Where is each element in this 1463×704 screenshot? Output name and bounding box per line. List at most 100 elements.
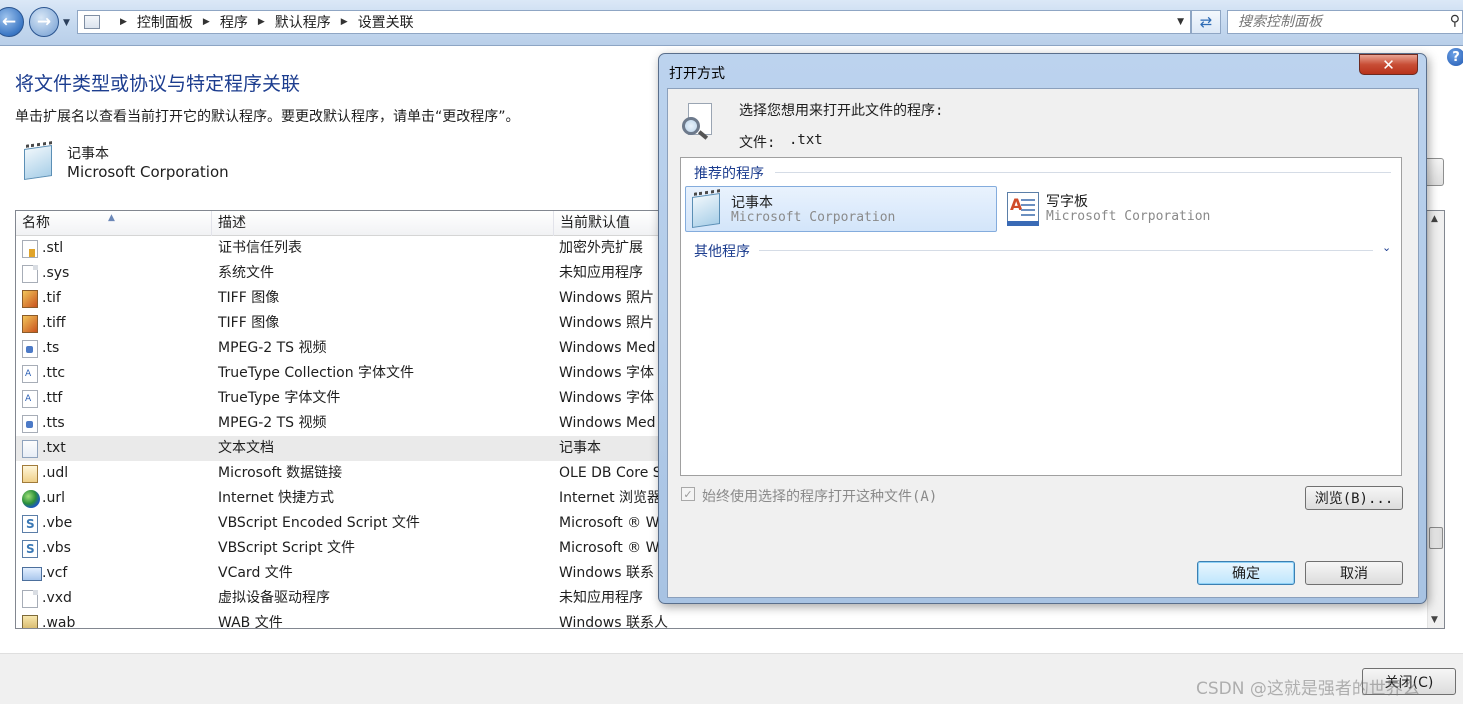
row-current-default: Windows 字体: [559, 365, 654, 381]
recommended-programs-label: 推荐的程序: [694, 166, 764, 182]
refresh-icon: ⇄: [1199, 13, 1213, 31]
row-description: TrueType 字体文件: [218, 390, 341, 406]
row-description: TIFF 图像: [218, 315, 280, 331]
chevron-down-icon[interactable]: ⌄: [1382, 241, 1391, 254]
chevron-right-icon: ▶: [257, 17, 265, 27]
image-file-icon: [22, 315, 38, 333]
program-tile-notepad[interactable]: 记事本 Microsoft Corporation: [685, 186, 997, 232]
address-bar[interactable]: ▶ 控制面板 ▶ 程序 ▶ 默认程序 ▶ 设置关联 ▼: [77, 10, 1191, 34]
chevron-right-icon: ▶: [340, 17, 348, 27]
wordpad-icon: A: [1005, 190, 1041, 227]
dialog-file-label: 文件:: [739, 135, 776, 151]
image-file-icon: [22, 290, 38, 308]
dialog-prompt: 选择您想用来打开此文件的程序:: [739, 103, 944, 119]
always-use-label: 始终使用选择的程序打开这种文件(A): [702, 489, 938, 505]
row-current-default: Windows 字体: [559, 390, 654, 406]
row-extension: .stl: [42, 240, 64, 256]
row-current-default: Windows 照片: [559, 315, 654, 331]
program-list[interactable]: 推荐的程序 记事本 Microsoft Corporation A 写字板 Mi…: [680, 157, 1402, 476]
row-current-default: Windows Med: [559, 415, 656, 431]
sort-ascending-icon: ▲: [108, 213, 115, 223]
program-tile-wordpad[interactable]: A 写字板 Microsoft Corporation: [1001, 186, 1313, 232]
scrollbar-thumb[interactable]: [1429, 527, 1443, 549]
row-extension: .vbs: [42, 540, 71, 556]
font-file-icon: [22, 365, 38, 383]
row-current-default: 加密外壳扩展: [559, 240, 643, 256]
vcard-file-icon: [22, 567, 42, 581]
program-company: Microsoft Corporation: [731, 210, 896, 225]
column-header-name[interactable]: ▲ 名称: [16, 211, 212, 236]
text-file-icon: [22, 440, 38, 458]
row-description: TIFF 图像: [218, 290, 280, 306]
dialog-header: 选择您想用来打开此文件的程序: 文件: .txt: [668, 89, 1418, 155]
other-programs-label[interactable]: 其他程序: [694, 241, 750, 261]
row-extension: .vcf: [42, 565, 68, 581]
row-description: 虚拟设备驱动程序: [218, 590, 330, 606]
browse-button[interactable]: 浏览(B)...: [1305, 486, 1403, 510]
address-book-file-icon: [22, 615, 38, 628]
breadcrumb-control-panel[interactable]: 控制面板: [137, 12, 193, 32]
row-current-default: 记事本: [559, 440, 601, 456]
dialog-file-value: .txt: [789, 132, 823, 148]
chevron-right-icon: ▶: [120, 17, 127, 27]
refresh-button[interactable]: ⇄: [1191, 10, 1221, 34]
list-scrollbar[interactable]: ▲ ▼: [1427, 211, 1444, 628]
row-description: 文本文档: [218, 440, 274, 456]
column-header-description[interactable]: 描述: [212, 211, 554, 236]
cancel-button[interactable]: 取消: [1305, 561, 1403, 585]
row-current-default: Windows 照片: [559, 290, 654, 306]
ok-button[interactable]: 确定: [1197, 561, 1295, 585]
row-current-default: Internet 浏览器: [559, 490, 662, 506]
close-icon: ✕: [1382, 55, 1395, 74]
breadcrumb-default-programs[interactable]: 默认程序: [275, 12, 331, 32]
row-current-default: 未知应用程序: [559, 265, 643, 281]
program-name: 记事本: [731, 195, 773, 211]
dialog-close-button[interactable]: ✕: [1359, 54, 1418, 75]
scroll-down-arrow-icon[interactable]: ▼: [1431, 615, 1438, 625]
table-row[interactable]: .wab WAB 文件 Windows 联系人: [16, 611, 1444, 629]
address-toolbar: ← → ▼ ▶ 控制面板 ▶ 程序 ▶ 默认程序 ▶ 设置关联 ▼ ⇄ ⚲: [0, 0, 1463, 46]
row-current-default: Windows 联系: [559, 565, 654, 581]
row-description: WAB 文件: [218, 615, 283, 629]
forward-button[interactable]: →: [29, 7, 59, 37]
back-button[interactable]: ←: [0, 7, 24, 37]
selected-app-name: 记事本: [67, 146, 109, 162]
media-file-icon: [22, 415, 38, 433]
row-current-default: 未知应用程序: [559, 590, 643, 606]
arrow-right-icon: →: [36, 12, 52, 32]
row-extension: .url: [42, 490, 65, 506]
row-description: Internet 快捷方式: [218, 490, 335, 506]
row-extension: .txt: [42, 440, 66, 456]
certificate-file-icon: [22, 240, 38, 258]
always-use-checkbox[interactable]: ✓: [681, 487, 695, 501]
search-input[interactable]: [1238, 14, 1438, 30]
breadcrumb-programs[interactable]: 程序: [220, 12, 248, 32]
file-search-icon: [682, 103, 716, 141]
page-description: 单击扩展名以查看当前打开它的默认程序。要更改默认程序，请单击“更改程序”。: [15, 109, 520, 125]
row-extension: .vxd: [42, 590, 72, 606]
row-extension: .tiff: [42, 315, 66, 331]
dialog-body: 选择您想用来打开此文件的程序: 文件: .txt 推荐的程序 记事本 Micro…: [667, 88, 1419, 598]
row-current-default: Microsoft ® W: [559, 540, 660, 556]
blank-file-icon: [22, 590, 38, 608]
breadcrumb-set-associations[interactable]: 设置关联: [358, 12, 414, 32]
row-description: VBScript Encoded Script 文件: [218, 515, 420, 531]
address-dropdown-icon[interactable]: ▼: [1177, 17, 1184, 27]
scroll-up-arrow-icon[interactable]: ▲: [1431, 214, 1438, 224]
history-dropdown-icon[interactable]: ▼: [63, 18, 70, 28]
row-extension: .ts: [42, 340, 60, 356]
dialog-title: 打开方式: [669, 66, 725, 82]
row-extension: .tif: [42, 290, 61, 306]
program-name: 写字板: [1046, 194, 1088, 210]
row-description: Microsoft 数据链接: [218, 465, 343, 481]
help-icon[interactable]: ?: [1447, 48, 1463, 66]
row-current-default: Windows 联系人: [559, 615, 668, 629]
row-description: VCard 文件: [218, 565, 293, 581]
page-title: 将文件类型或协议与特定程序关联: [15, 73, 301, 95]
row-description: VBScript Script 文件: [218, 540, 356, 556]
row-current-default: Windows Med: [559, 340, 656, 356]
search-box[interactable]: ⚲: [1227, 10, 1463, 34]
row-current-default: OLE DB Core S: [559, 465, 662, 481]
row-description: TrueType Collection 字体文件: [218, 365, 415, 381]
search-icon[interactable]: ⚲: [1450, 13, 1460, 29]
